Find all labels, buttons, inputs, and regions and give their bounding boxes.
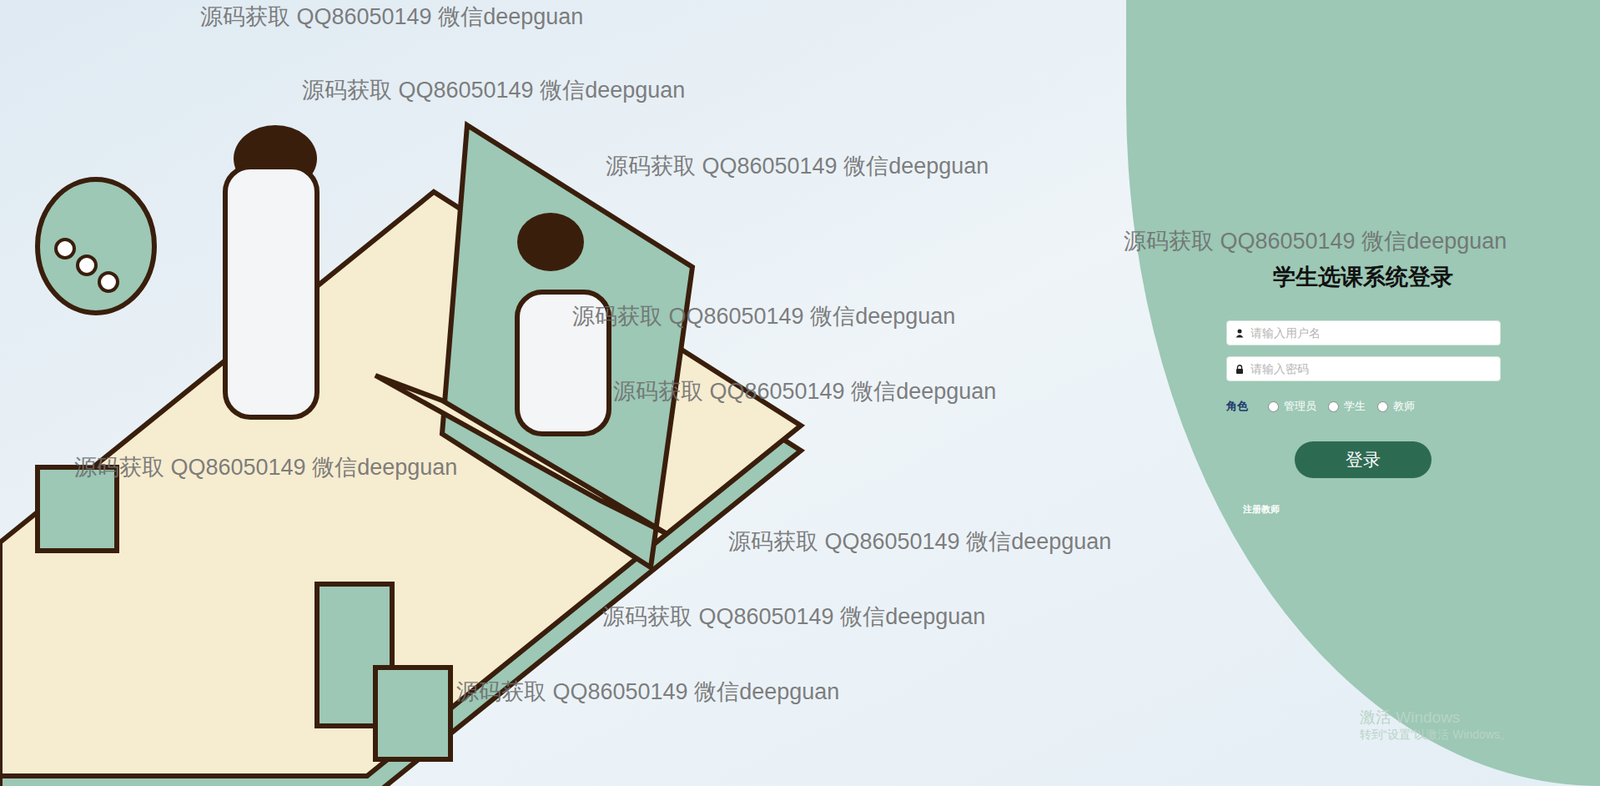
watermark-text: 源码获取 QQ86050149 微信deepguan — [602, 603, 986, 630]
watermark-text: 源码获取 QQ86050149 微信deepguan — [728, 528, 1112, 555]
username-input[interactable] — [1250, 324, 1494, 343]
watermark-text: 源码获取 QQ86050149 微信deepguan — [456, 678, 840, 705]
illustration-picture — [0, 0, 1127, 786]
user-icon — [1233, 327, 1246, 339]
login-button[interactable]: 登录 — [1294, 441, 1432, 478]
role-option[interactable]: 学生 — [1328, 397, 1366, 415]
watermark-text: 源码获取 QQ86050149 微信deepguan — [74, 453, 458, 481]
role-radio[interactable] — [1267, 401, 1279, 413]
input-field[interactable] — [1226, 356, 1501, 382]
watermark-text: 源码获取 QQ86050149 微信deepguan — [605, 152, 989, 180]
watermark-layer: 源码获取 QQ86050149 微信deepguan 源码获取 QQ8605014… — [0, 0, 1600, 786]
register-link[interactable]: 注册教师 — [1242, 503, 1280, 514]
activation-title: 激活 Windows — [1359, 707, 1512, 728]
watermark-text: 源码获取 QQ86050149 微信deepguan — [200, 3, 584, 31]
role-option[interactable]: 管理员 — [1267, 397, 1317, 415]
role-text: 学生 — [1343, 397, 1366, 415]
login-title: 学生选课系统登录 — [1272, 263, 1454, 292]
activation-watermark: 激活 Windows转到“设置”以激活 Windows。 — [1359, 707, 1512, 742]
role-option[interactable]: 教师 — [1377, 397, 1415, 415]
password-input[interactable] — [1250, 360, 1494, 378]
register-row: 注册教师 — [1226, 498, 1501, 519]
role-radio[interactable] — [1328, 401, 1339, 413]
watermark-text: 源码获取 QQ86050149 微信deepguan — [572, 302, 956, 330]
watermark-text: 源码获取 QQ86050149 微信deepguan — [613, 377, 997, 405]
role-row: 角色 管理员 学生 教师 — [1226, 397, 1501, 415]
role-radio[interactable] — [1377, 401, 1389, 413]
login-panel: 学生选课系统登录角色 管理员 学生 教师登录注册教师 — [1126, 0, 1600, 786]
role-label: 角色 — [1226, 397, 1248, 415]
role-text: 管理员 — [1283, 397, 1317, 415]
login-form: 学生选课系统登录角色 管理员 学生 教师登录注册教师 — [1226, 263, 1501, 519]
login-page: 学生选课系统登录角色 管理员 学生 教师登录注册教师 源码获取 QQ86050149 … — [0, 0, 1600, 786]
watermark-text: 源码获取 QQ86050149 微信deepguan — [1123, 227, 1507, 255]
input-field[interactable] — [1226, 320, 1501, 346]
lock-icon — [1233, 362, 1246, 375]
role-text: 教师 — [1393, 397, 1415, 415]
watermark-text: 源码获取 QQ86050149 微信deepguan — [301, 76, 685, 104]
activation-hint: 转到“设置”以激活 Windows。 — [1359, 727, 1512, 743]
